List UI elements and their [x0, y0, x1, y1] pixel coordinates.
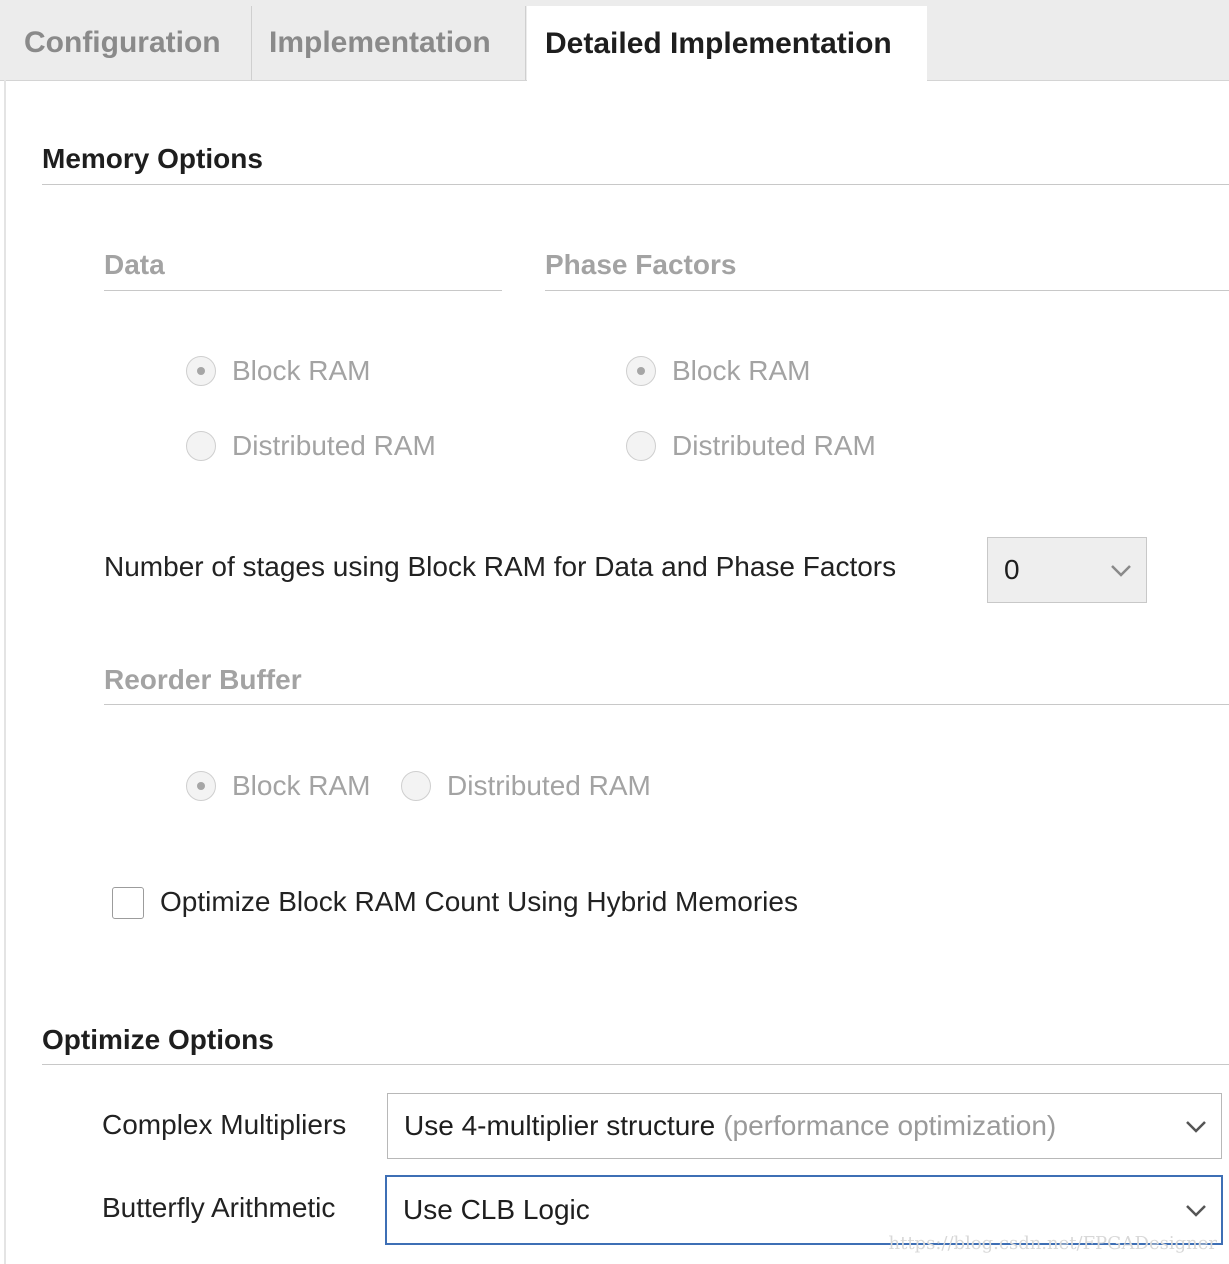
data-distributed-ram-option[interactable]: Distributed RAM [186, 426, 436, 466]
watermark: https://blog.csdn.net/FPGADesigner [888, 1233, 1218, 1254]
reorder-buffer-divider [104, 704, 1229, 705]
tab-bar: Configuration Implementation Detailed Im… [0, 0, 1229, 82]
hybrid-memories-label: Optimize Block RAM Count Using Hybrid Me… [160, 886, 798, 917]
phase-block-ram-radio[interactable] [626, 356, 656, 386]
phase-distributed-ram-option[interactable]: Distributed RAM [626, 426, 876, 466]
reorder-buffer-title: Reorder Buffer [104, 664, 302, 695]
stages-value: 0 [1004, 554, 1020, 585]
hybrid-memories-checkbox[interactable] [112, 887, 144, 919]
data-distributed-ram-radio[interactable] [186, 431, 216, 461]
phase-block-ram-label: Block RAM [672, 355, 811, 386]
phase-factors-group-divider [545, 290, 1229, 291]
reorder-distributed-ram-option[interactable]: Distributed RAM [401, 766, 651, 806]
memory-options-title: Memory Options [42, 143, 263, 174]
data-group-divider [104, 290, 502, 291]
chevron-down-icon [1111, 565, 1131, 577]
memory-options-divider [42, 184, 1229, 185]
stages-select[interactable]: 0 [987, 537, 1147, 603]
tab-configuration[interactable]: Configuration [4, 6, 252, 80]
data-block-ram-option[interactable]: Block RAM [186, 351, 370, 391]
tab-implementation[interactable]: Implementation [253, 6, 526, 80]
data-distributed-ram-label: Distributed RAM [232, 430, 436, 461]
complex-multipliers-hint: (performance optimization) [723, 1110, 1057, 1141]
tab-detailed-implementation[interactable]: Detailed Implementation [527, 6, 927, 82]
chevron-down-icon [1186, 1205, 1206, 1217]
reorder-block-ram-radio[interactable] [186, 771, 216, 801]
panel-left-border [4, 80, 6, 1264]
phase-factors-group-title: Phase Factors [545, 249, 737, 280]
phase-distributed-ram-radio[interactable] [626, 431, 656, 461]
chevron-down-icon [1186, 1121, 1206, 1133]
reorder-block-ram-label: Block RAM [232, 770, 371, 801]
optimize-options-divider [42, 1064, 1229, 1065]
reorder-distributed-ram-radio[interactable] [401, 771, 431, 801]
data-group-title: Data [104, 249, 165, 280]
optimize-options-title: Optimize Options [42, 1024, 274, 1055]
stages-label: Number of stages using Block RAM for Dat… [104, 551, 897, 582]
data-block-ram-radio[interactable] [186, 356, 216, 386]
butterfly-arithmetic-value: Use CLB Logic [403, 1194, 590, 1225]
phase-distributed-ram-label: Distributed RAM [672, 430, 876, 461]
complex-multipliers-select[interactable]: Use 4-multiplier structure (performance … [387, 1093, 1222, 1159]
reorder-block-ram-option[interactable]: Block RAM [186, 766, 370, 806]
data-block-ram-label: Block RAM [232, 355, 371, 386]
complex-multipliers-label: Complex Multipliers [102, 1109, 347, 1140]
phase-block-ram-option[interactable]: Block RAM [626, 351, 810, 391]
reorder-distributed-ram-label: Distributed RAM [447, 770, 651, 801]
complex-multipliers-value: Use 4-multiplier structure [404, 1110, 716, 1141]
butterfly-arithmetic-label: Butterfly Arithmetic [102, 1192, 336, 1223]
